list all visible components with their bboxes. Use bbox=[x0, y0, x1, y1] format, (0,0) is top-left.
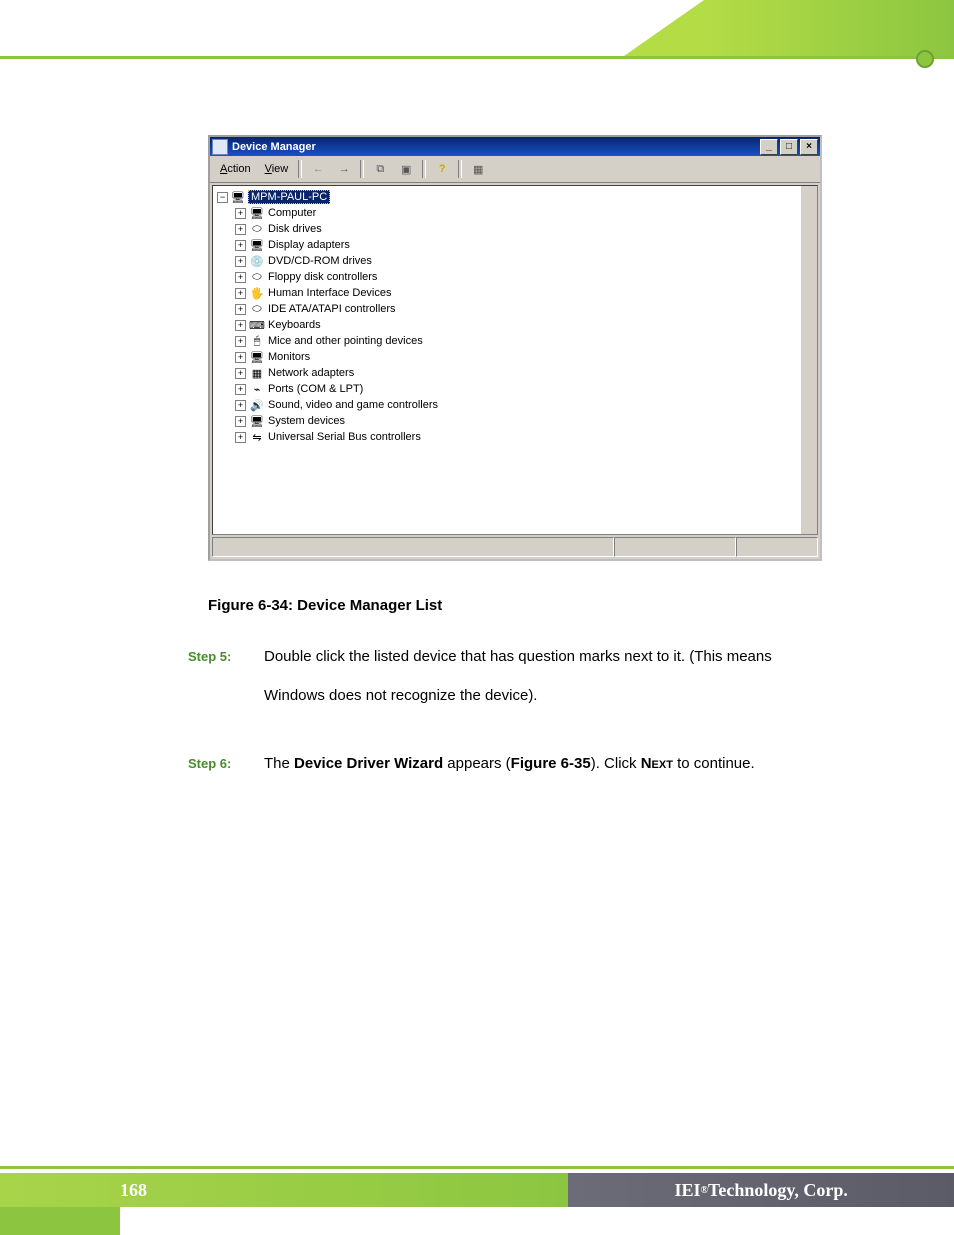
tree-node[interactable]: +⇋Universal Serial Bus controllers bbox=[235, 429, 813, 445]
tree-node[interactable]: +🖥Display adapters bbox=[235, 237, 813, 253]
tree-node[interactable]: +🔊Sound, video and game controllers bbox=[235, 397, 813, 413]
tree-node[interactable]: +🖱Mice and other pointing devices bbox=[235, 333, 813, 349]
expand-icon[interactable]: + bbox=[235, 208, 246, 219]
collapse-icon[interactable]: − bbox=[217, 192, 228, 203]
step-text: Windows does not recognize the device). bbox=[264, 685, 818, 708]
tree-node[interactable]: +⌁Ports (COM & LPT) bbox=[235, 381, 813, 397]
toolbar-help-icon[interactable]: ? bbox=[430, 158, 454, 180]
computer-icon: 🖥 bbox=[230, 190, 246, 204]
device-icon: 💿 bbox=[249, 254, 265, 268]
device-icon: ⬭ bbox=[249, 270, 265, 284]
device-tree: − 🖥 MPM-PAUL-PC +🖥Computer+⬭Disk drives+… bbox=[212, 185, 818, 535]
device-icon: ⬭ bbox=[249, 222, 265, 236]
tree-node[interactable]: +⬭Floppy disk controllers bbox=[235, 269, 813, 285]
device-icon: ⬭ bbox=[249, 302, 265, 316]
device-label: DVD/CD-ROM drives bbox=[268, 255, 372, 267]
tree-node[interactable]: +⬭Disk drives bbox=[235, 221, 813, 237]
tree-node[interactable]: +🖐Human Interface Devices bbox=[235, 285, 813, 301]
device-label: Sound, video and game controllers bbox=[268, 399, 438, 411]
device-icon: 🖥 bbox=[249, 350, 265, 364]
device-label: Disk drives bbox=[268, 223, 322, 235]
device-label: Mice and other pointing devices bbox=[268, 335, 423, 347]
expand-icon[interactable]: + bbox=[235, 304, 246, 315]
toolbar-icon-1[interactable]: ⧉ bbox=[368, 158, 392, 180]
device-label: Floppy disk controllers bbox=[268, 271, 377, 283]
root-label: MPM-PAUL-PC bbox=[248, 190, 330, 204]
expand-icon[interactable]: + bbox=[235, 400, 246, 411]
expand-icon[interactable]: + bbox=[235, 432, 246, 443]
device-icon: ⇋ bbox=[249, 430, 265, 444]
window-titlebar: Device Manager _ □ × bbox=[210, 137, 820, 156]
toolbar-icon-4[interactable]: ▦ bbox=[466, 158, 490, 180]
device-icon: 🖱 bbox=[249, 334, 265, 348]
status-bar bbox=[212, 537, 818, 557]
maximize-button[interactable]: □ bbox=[780, 139, 798, 155]
expand-icon[interactable]: + bbox=[235, 320, 246, 331]
device-label: Keyboards bbox=[268, 319, 321, 331]
step-label: Step 6: bbox=[188, 753, 264, 794]
step-label: Step 5: bbox=[188, 646, 264, 725]
tree-node[interactable]: +⬭IDE ATA/ATAPI controllers bbox=[235, 301, 813, 317]
menu-action[interactable]: Action bbox=[214, 162, 257, 176]
expand-icon[interactable]: + bbox=[235, 256, 246, 267]
device-icon: 🖐 bbox=[249, 286, 265, 300]
device-icon: 🖥 bbox=[249, 414, 265, 428]
expand-icon[interactable]: + bbox=[235, 384, 246, 395]
step-6: Step 6: The Device Driver Wizard appears… bbox=[188, 753, 818, 794]
expand-icon[interactable]: + bbox=[235, 368, 246, 379]
device-icon: ⌁ bbox=[249, 382, 265, 396]
tree-node[interactable]: +⌨Keyboards bbox=[235, 317, 813, 333]
nav-forward-icon[interactable]: → bbox=[332, 158, 356, 180]
device-label: Ports (COM & LPT) bbox=[268, 383, 363, 395]
tree-node[interactable]: +▦Network adapters bbox=[235, 365, 813, 381]
figure-caption: Figure 6-34: Device Manager List bbox=[208, 597, 442, 614]
device-manager-window: Device Manager _ □ × Action View ← → ⧉ ▣… bbox=[208, 135, 822, 561]
tree-node[interactable]: +🖥Monitors bbox=[235, 349, 813, 365]
expand-icon[interactable]: + bbox=[235, 416, 246, 427]
tree-root[interactable]: − 🖥 MPM-PAUL-PC bbox=[217, 190, 813, 204]
expand-icon[interactable]: + bbox=[235, 288, 246, 299]
expand-icon[interactable]: + bbox=[235, 224, 246, 235]
device-icon: 🖥 bbox=[249, 206, 265, 220]
close-button[interactable]: × bbox=[800, 139, 818, 155]
tree-children: +🖥Computer+⬭Disk drives+🖥Display adapter… bbox=[235, 205, 813, 445]
page-number: 168 bbox=[0, 1173, 568, 1207]
step-5: Step 5: Double click the listed device t… bbox=[188, 646, 818, 725]
step-text: The Device Driver Wizard appears (Figure… bbox=[264, 753, 818, 776]
device-label: Monitors bbox=[268, 351, 310, 363]
step-text: Double click the listed device that has … bbox=[264, 646, 818, 669]
toolbar-icon-2[interactable]: ▣ bbox=[394, 158, 418, 180]
device-icon: ⌨ bbox=[249, 318, 265, 332]
device-icon: 🔊 bbox=[249, 398, 265, 412]
device-icon: 🖥 bbox=[249, 238, 265, 252]
expand-icon[interactable]: + bbox=[235, 272, 246, 283]
tree-node[interactable]: +💿DVD/CD-ROM drives bbox=[235, 253, 813, 269]
footer-brand: IEI® Technology, Corp. bbox=[568, 1173, 954, 1207]
menu-view[interactable]: View bbox=[259, 162, 295, 176]
menu-toolbar: Action View ← → ⧉ ▣ ? ▦ bbox=[210, 156, 820, 183]
expand-icon[interactable]: + bbox=[235, 240, 246, 251]
device-label: Display adapters bbox=[268, 239, 350, 251]
body-text: Step 5: Double click the listed device t… bbox=[188, 646, 818, 822]
expand-icon[interactable]: + bbox=[235, 336, 246, 347]
scrollbar[interactable] bbox=[801, 186, 817, 534]
device-label: Human Interface Devices bbox=[268, 287, 392, 299]
device-label: Universal Serial Bus controllers bbox=[268, 431, 421, 443]
window-title: Device Manager bbox=[232, 141, 316, 153]
document-page: Device Manager _ □ × Action View ← → ⧉ ▣… bbox=[0, 0, 954, 1235]
page-header-decor bbox=[0, 0, 954, 80]
device-label: Computer bbox=[268, 207, 316, 219]
expand-icon[interactable]: + bbox=[235, 352, 246, 363]
device-label: System devices bbox=[268, 415, 345, 427]
tree-node[interactable]: +🖥Computer bbox=[235, 205, 813, 221]
page-footer: 168 IEI® Technology, Corp. bbox=[0, 1166, 954, 1235]
tree-node[interactable]: +🖥System devices bbox=[235, 413, 813, 429]
app-icon bbox=[212, 139, 228, 155]
minimize-button[interactable]: _ bbox=[760, 139, 778, 155]
device-label: Network adapters bbox=[268, 367, 354, 379]
device-label: IDE ATA/ATAPI controllers bbox=[268, 303, 396, 315]
nav-back-icon[interactable]: ← bbox=[306, 158, 330, 180]
device-icon: ▦ bbox=[249, 366, 265, 380]
